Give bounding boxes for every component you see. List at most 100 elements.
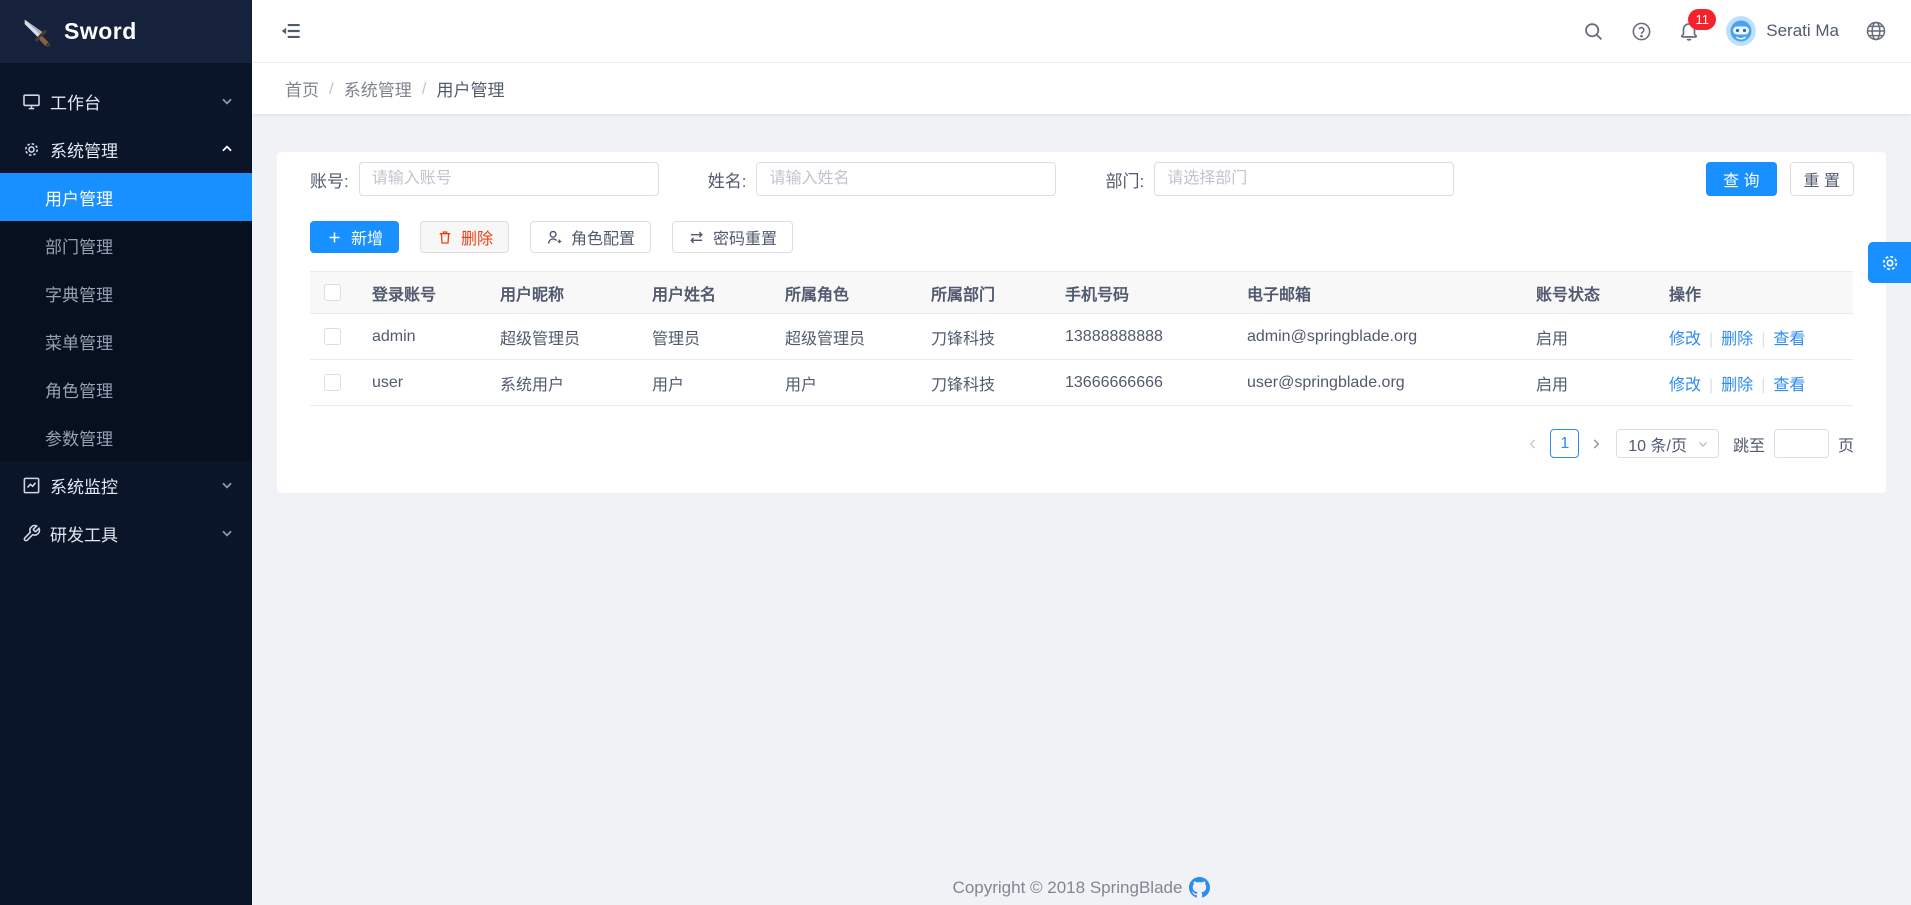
department-select[interactable]	[1154, 162, 1454, 196]
help-icon[interactable]	[1630, 20, 1652, 42]
user-table: 登录账号 用户昵称 用户姓名 所属角色 所属部门 手机号码 电子邮箱 账号状态 …	[310, 271, 1853, 406]
jump-page-input[interactable]	[1774, 429, 1829, 458]
breadcrumb: 首页 / 系统管理 / 用户管理	[252, 63, 1911, 114]
cell-phone: 13888888888	[1047, 314, 1229, 360]
sidebar-item-system-monitor[interactable]: 系统监控	[0, 461, 252, 509]
cell-actions: 修改 | 删除 | 查看	[1651, 360, 1853, 406]
menu-fold-icon[interactable]	[278, 18, 304, 44]
row-checkbox[interactable]	[324, 328, 341, 345]
cell-name: 用户	[634, 360, 767, 406]
table-row: user 系统用户 用户 用户 刀锋科技 13666666666 user@sp…	[310, 360, 1853, 406]
sidebar-item-workbench[interactable]: 工作台	[0, 77, 252, 125]
breadcrumb-separator: /	[329, 79, 334, 99]
theme-settings-button[interactable]	[1868, 242, 1911, 283]
sword-icon	[22, 17, 52, 47]
account-label: 账号:	[310, 167, 349, 192]
col-department: 所属部门	[913, 272, 1047, 314]
topbar: 11 Serati Ma	[252, 0, 1911, 63]
main-area: 11 Serati Ma 首页 / 系统管理 / 用户管理	[252, 0, 1911, 905]
chevron-down-icon	[220, 526, 234, 540]
trash-icon	[436, 229, 453, 246]
search-form: 账号: 姓名: 部门: 查 询 重 置	[310, 162, 1854, 196]
search-button[interactable]: 查 询	[1706, 162, 1776, 196]
cell-name: 管理员	[634, 314, 767, 360]
cell-dept: 刀锋科技	[913, 314, 1047, 360]
delete-button[interactable]: 删除	[420, 221, 509, 253]
cell-role: 用户	[767, 360, 913, 406]
link-divider: |	[1709, 331, 1713, 348]
edit-link[interactable]: 修改	[1669, 331, 1701, 348]
sidebar-item-user-management[interactable]: 用户管理	[0, 173, 252, 221]
notifications-bell[interactable]: 11	[1678, 20, 1700, 42]
col-login-account: 登录账号	[354, 272, 482, 314]
reset-button[interactable]: 重 置	[1790, 162, 1854, 196]
plus-icon	[326, 229, 343, 246]
sidebar-item-label: 研发工具	[50, 521, 220, 546]
page-footer: Copyright © 2018 SpringBlade	[252, 877, 1911, 898]
delete-link[interactable]: 删除	[1721, 377, 1753, 394]
user-plus-icon	[546, 229, 563, 246]
link-divider: |	[1761, 377, 1765, 394]
row-checkbox[interactable]	[324, 374, 341, 391]
logo[interactable]: Sword	[0, 0, 252, 63]
chevron-up-icon	[220, 142, 234, 156]
breadcrumb-separator: /	[422, 79, 427, 99]
select-all-checkbox[interactable]	[324, 284, 341, 301]
col-role: 所属角色	[767, 272, 913, 314]
sidebar: Sword 工作台 系统管理	[0, 0, 252, 905]
table-toolbar: 新增 删除 角色配置	[310, 221, 1854, 253]
cell-nickname: 超级管理员	[482, 314, 634, 360]
prev-page-icon[interactable]	[1526, 437, 1540, 451]
cell-account: admin	[354, 314, 482, 360]
edit-link[interactable]: 修改	[1669, 377, 1701, 394]
name-input[interactable]	[756, 162, 1056, 196]
view-link[interactable]: 查看	[1773, 331, 1805, 348]
user-menu[interactable]: Serati Ma	[1726, 16, 1839, 46]
github-icon[interactable]	[1189, 877, 1210, 898]
sidebar-item-system-management[interactable]: 系统管理	[0, 125, 252, 173]
gear-icon	[21, 139, 41, 159]
topbar-actions: 11 Serati Ma	[1582, 16, 1887, 46]
department-field-group: 部门:	[1105, 162, 1454, 196]
sidebar-item-dictionary-management[interactable]: 字典管理	[0, 269, 252, 317]
user-management-card: 账号: 姓名: 部门: 查 询 重 置	[277, 152, 1886, 493]
role-config-label: 角色配置	[571, 225, 635, 249]
page-size-value: 10 条/页	[1628, 432, 1687, 456]
sidebar-item-department-management[interactable]: 部门管理	[0, 221, 252, 269]
search-form-buttons: 查 询 重 置	[1706, 162, 1854, 196]
add-button[interactable]: 新增	[310, 221, 399, 253]
link-divider: |	[1709, 377, 1713, 394]
sidebar-item-label: 用户管理	[45, 185, 113, 210]
sidebar-item-label: 角色管理	[45, 377, 113, 402]
view-link[interactable]: 查看	[1773, 377, 1805, 394]
col-email: 电子邮箱	[1229, 272, 1518, 314]
breadcrumb-home[interactable]: 首页	[285, 76, 319, 101]
col-status: 账号状态	[1518, 272, 1651, 314]
sidebar-item-dev-tools[interactable]: 研发工具	[0, 509, 252, 557]
search-icon[interactable]	[1582, 20, 1604, 42]
role-config-button[interactable]: 角色配置	[530, 221, 651, 253]
breadcrumb-system-management[interactable]: 系统管理	[344, 76, 412, 101]
gear-icon	[1880, 253, 1900, 273]
swap-arrows-icon	[688, 229, 705, 246]
globe-icon[interactable]	[1865, 20, 1887, 42]
page-number[interactable]: 1	[1550, 429, 1579, 458]
password-reset-button[interactable]: 密码重置	[672, 221, 793, 253]
delete-link[interactable]: 删除	[1721, 331, 1753, 348]
name-label: 姓名:	[708, 167, 747, 192]
pagination: 1 10 条/页 跳至 页	[310, 429, 1854, 458]
chevron-down-icon	[1697, 438, 1709, 450]
jump-prefix-label: 跳至	[1733, 432, 1765, 456]
breadcrumb-current: 用户管理	[436, 76, 504, 101]
delete-button-label: 删除	[461, 225, 493, 249]
account-field-group: 账号:	[310, 162, 659, 196]
next-page-icon[interactable]	[1589, 437, 1603, 451]
department-label: 部门:	[1105, 167, 1144, 192]
col-actions: 操作	[1651, 272, 1853, 314]
page-size-select[interactable]: 10 条/页	[1616, 429, 1719, 458]
sidebar-item-menu-management[interactable]: 菜单管理	[0, 317, 252, 365]
sidebar-item-role-management[interactable]: 角色管理	[0, 365, 252, 413]
account-input[interactable]	[359, 162, 659, 196]
app-window: Sword 工作台 系统管理	[0, 0, 1911, 905]
sidebar-item-param-management[interactable]: 参数管理	[0, 413, 252, 461]
